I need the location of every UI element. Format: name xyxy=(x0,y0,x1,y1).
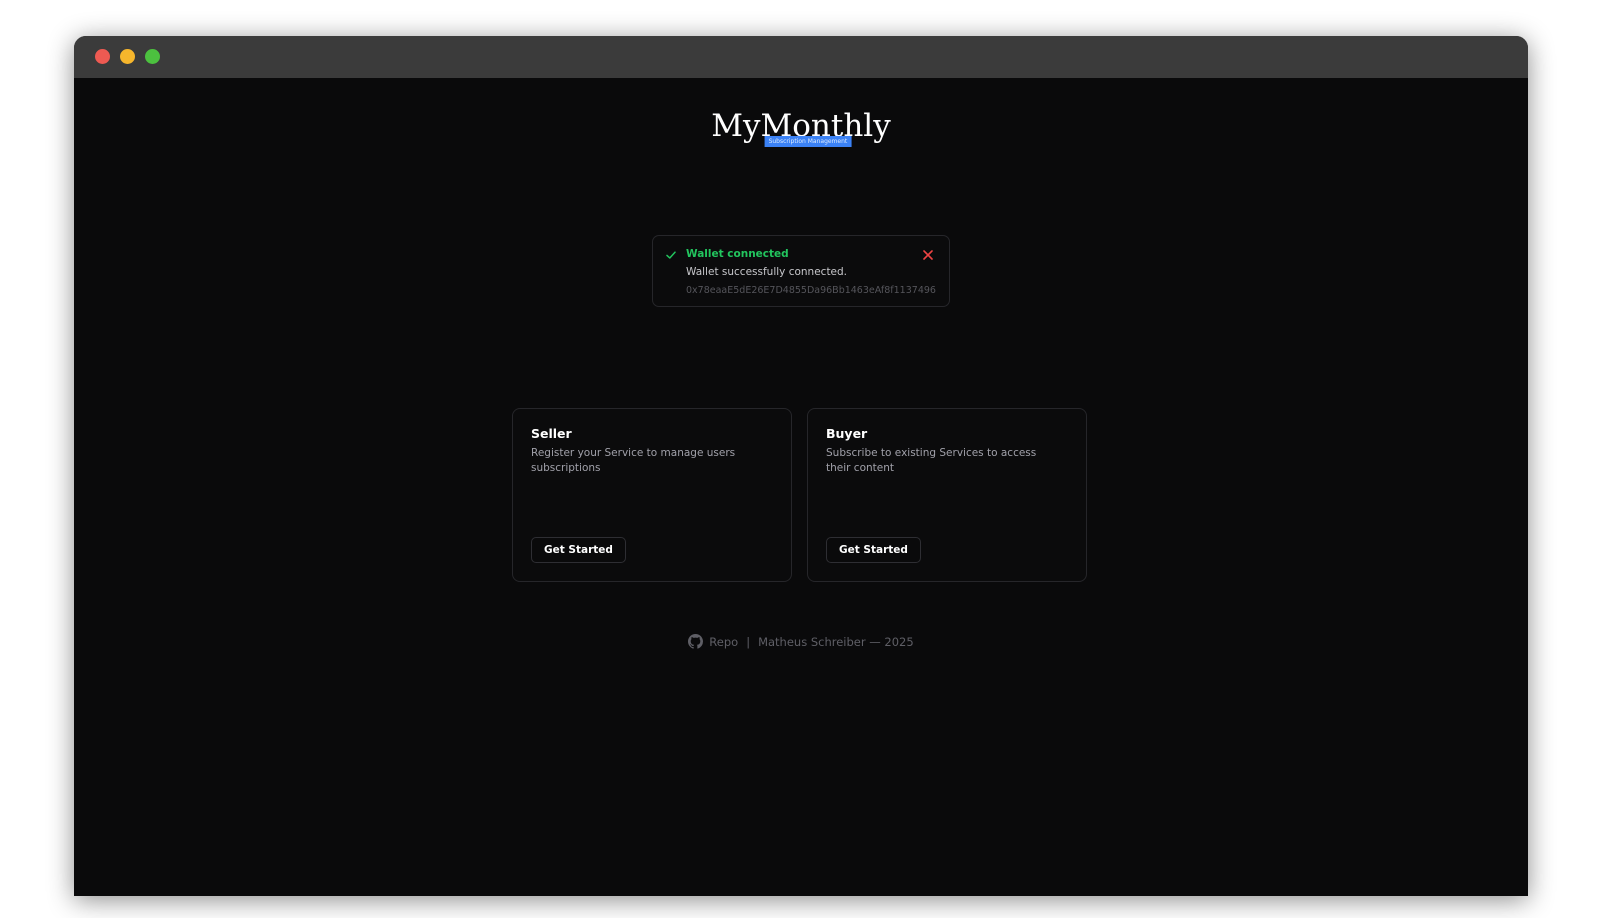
wallet-address: 0x78eaaE5dE26E7D4855Da96Bb1463eAf8f11374… xyxy=(686,285,936,296)
seller-get-started-button[interactable]: Get Started xyxy=(531,537,626,563)
logo-tagline: Subscription Management xyxy=(764,136,852,147)
window-close-button[interactable] xyxy=(95,49,110,64)
window-maximize-button[interactable] xyxy=(145,49,160,64)
page-content: MyMonthly Subscription Management Wallet… xyxy=(74,78,1528,896)
logo-wrap: MyMonthly Subscription Management xyxy=(711,108,891,147)
wallet-toast: Wallet connected Wallet successfully con… xyxy=(652,235,950,307)
toast-description: Wallet successfully connected. xyxy=(686,266,848,278)
logo: MyMonthly Subscription Management xyxy=(74,108,1528,147)
seller-card: Seller Register your Service to manage u… xyxy=(512,408,792,582)
seller-card-description: Register your Service to manage users su… xyxy=(531,447,736,474)
window-titlebar xyxy=(74,36,1528,78)
footer: Repo | Matheus Schreiber — 2025 xyxy=(74,634,1528,652)
repo-link[interactable]: Repo xyxy=(709,635,738,649)
app-window: MyMonthly Subscription Management Wallet… xyxy=(74,36,1528,896)
github-icon[interactable] xyxy=(688,634,704,649)
check-icon xyxy=(665,246,677,259)
buyer-card-description: Subscribe to existing Services to access… xyxy=(826,447,1037,474)
footer-credit: Matheus Schreiber — 2025 xyxy=(758,634,914,649)
toast-title: Wallet connected xyxy=(686,248,789,260)
seller-card-title: Seller xyxy=(531,426,572,441)
buyer-get-started-button[interactable]: Get Started xyxy=(826,537,921,563)
buyer-card-title: Buyer xyxy=(826,426,868,441)
footer-inner: Repo | Matheus Schreiber — 2025 xyxy=(688,634,914,649)
window-minimize-button[interactable] xyxy=(120,49,135,64)
buyer-card: Buyer Subscribe to existing Services to … xyxy=(807,408,1087,582)
footer-separator: | xyxy=(746,634,751,649)
close-icon[interactable] xyxy=(921,247,935,261)
